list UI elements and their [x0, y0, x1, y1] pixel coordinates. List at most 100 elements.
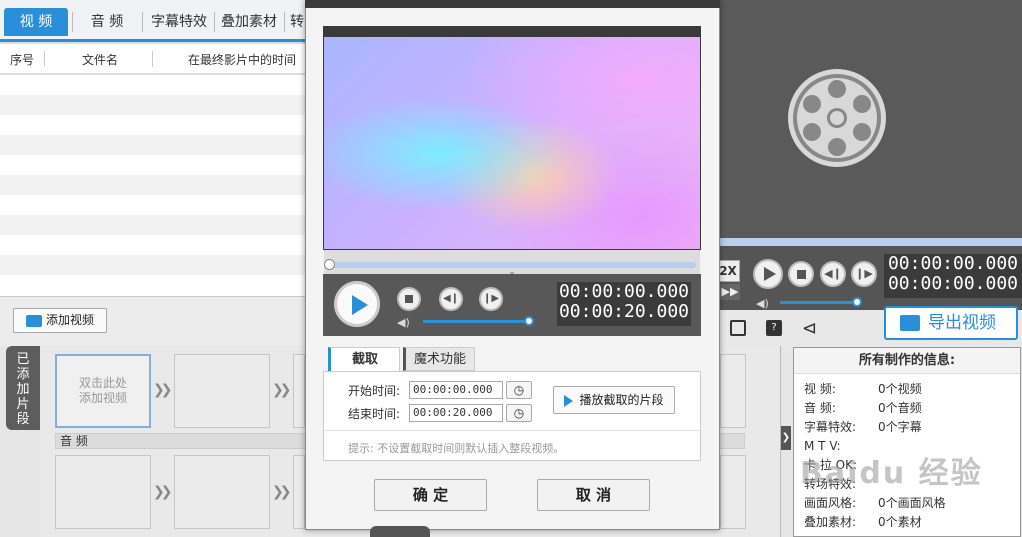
add-video-label: 添加视频 [45, 313, 94, 327]
chevron-right-icon: ❯❯ [272, 484, 292, 500]
tab-cut[interactable]: 截取 [328, 347, 400, 371]
step-back-icon: ◀❙ [824, 267, 842, 280]
volume-icon: ◀) [397, 316, 410, 329]
clock-icon: ◷ [513, 406, 525, 420]
dialog-next-frame-button[interactable]: ❙▶ [479, 287, 503, 311]
list-row [0, 215, 306, 235]
volume-handle[interactable] [852, 297, 862, 307]
info-row: 字幕特效: 0个字幕 [804, 420, 922, 434]
dialog-play-button[interactable] [334, 281, 380, 327]
dialog-time-display: 00:00:00.000 00:00:20.000 [557, 282, 691, 326]
cancel-button[interactable]: 取 消 [537, 479, 650, 511]
collapse-arrow-icon[interactable]: ❯ [781, 426, 791, 450]
share-icon[interactable]: ⊲ [802, 318, 817, 339]
current-time: 00:00:00.000 [887, 253, 1019, 274]
info-row: 画面风格: 0个画面风格 [804, 496, 946, 510]
dialog-stop-button[interactable] [397, 287, 421, 311]
volume-slider[interactable] [780, 301, 856, 304]
chevron-right-icon: ❯❯ [153, 484, 173, 500]
list-row [0, 135, 306, 155]
stop-button[interactable] [788, 261, 814, 287]
play-icon [352, 295, 368, 315]
tab-video[interactable]: 视 频 [4, 8, 68, 36]
main-player-controls: 2X ▶▶ ◀❙ ❙▶ ◀) 00:00:00.000 00:00:00.000 [716, 246, 1022, 310]
film-reel-icon [788, 69, 886, 167]
fast-forward-icon[interactable]: ▶▶ [720, 284, 740, 300]
audio-slot[interactable] [720, 455, 746, 529]
main-preview [720, 0, 1022, 238]
audio-slot[interactable] [174, 455, 270, 529]
save-as-icon[interactable]: ? [766, 320, 782, 336]
start-time-label: 开始时间: [348, 384, 401, 398]
file-list-header: 序号 文件名 在最终影片中的时间 [0, 44, 306, 74]
info-title: 所有制作的信息: [794, 348, 1020, 374]
slot-hint: 双击此处 添加视频 [78, 376, 127, 405]
clip-slot[interactable] [174, 354, 270, 428]
clock-icon: ◷ [513, 383, 525, 397]
export-video-button[interactable]: 导出视频 [884, 306, 1018, 340]
tab-subtitle-effects[interactable]: 字幕特效 [146, 8, 212, 36]
dialog-volume-slider[interactable] [423, 320, 527, 323]
info-row: 视 频: 0个视频 [804, 382, 922, 396]
tab-transition[interactable]: 转 [288, 8, 306, 36]
audio-slot[interactable] [293, 455, 305, 529]
left-panel-footer: 添加视频 [0, 296, 306, 346]
ok-button[interactable]: 确 定 [374, 479, 487, 511]
tab-audio[interactable]: 音 频 [76, 8, 138, 36]
end-time-label: 结束时间: [348, 407, 401, 421]
play-clip-label: 播放截取的片段 [579, 393, 664, 407]
play-icon [564, 394, 574, 407]
column-time-in-movie: 在最终影片中的时间 [188, 53, 297, 67]
dialog-current-time: 00:00:00.000 [558, 281, 690, 302]
set-start-time-button[interactable]: ◷ [506, 381, 532, 399]
info-row: 音 频: 0个音频 [804, 401, 922, 415]
set-end-time-button[interactable]: ◷ [506, 404, 532, 422]
play-clip-button[interactable]: 播放截取的片段 [553, 386, 675, 414]
tab-overlay[interactable]: 叠加素材 [216, 8, 282, 36]
main-time-display: 00:00:00.000 00:00:00.000 [884, 254, 1022, 298]
chevron-right-icon: ❯❯ [272, 382, 292, 398]
total-time: 00:00:00.000 [887, 273, 1019, 294]
play-icon [764, 267, 776, 281]
dialog-total-time: 00:00:20.000 [558, 301, 690, 322]
step-back-icon: ◀❙ [442, 293, 460, 304]
added-clips-tab[interactable]: 已添加片段 [6, 346, 40, 430]
cut-hint: 提示: 不设置截取时间则默认插入整段视频。 [348, 442, 565, 455]
clip-slot[interactable] [720, 354, 746, 428]
volume-handle[interactable] [524, 316, 534, 326]
export-label: 导出视频 [928, 313, 996, 333]
volume-icon: ◀) [756, 297, 769, 310]
play-button[interactable] [753, 259, 783, 289]
file-list[interactable] [0, 75, 306, 296]
seek-handle[interactable] [324, 259, 335, 270]
end-time-input[interactable]: 00:00:20.000 [409, 404, 503, 422]
list-row [0, 175, 306, 195]
stop-icon [797, 270, 806, 279]
watermark: Baidu 经验 [800, 456, 983, 491]
save-icon[interactable] [730, 320, 746, 336]
start-time-input[interactable]: 00:00:00.000 [409, 381, 503, 399]
left-tab-bar: 视 频 音 频 字幕特效 叠加素材 转 [0, 0, 306, 42]
column-index: 序号 [10, 53, 35, 67]
stop-icon [405, 295, 413, 303]
added-clips-label: 已添加片段 [16, 352, 30, 427]
tab-magic[interactable]: 魔术功能 [403, 347, 475, 371]
add-video-icon [25, 314, 42, 327]
dialog-prev-frame-button[interactable]: ◀❙ [439, 287, 463, 311]
add-video-slot[interactable]: 双击此处 添加视频 [55, 354, 151, 428]
audio-slot[interactable] [55, 455, 151, 529]
dialog-player-controls: ◀❙ ❙▶ ◀) 00:00:00.000 00:00:20.000 [323, 274, 701, 336]
dialog-title-bar [305, 0, 720, 8]
audio-label: 音 频 [60, 434, 88, 448]
main-seek-bar[interactable] [720, 238, 1022, 246]
step-forward-icon: ❙▶ [482, 293, 500, 304]
step-forward-icon: ❙▶ [855, 267, 873, 280]
next-frame-button[interactable]: ❙▶ [851, 261, 877, 287]
right-toolbar: ? ⊲ 导出视频 [720, 306, 1022, 346]
add-video-button[interactable]: 添加视频 [13, 308, 107, 333]
dialog-grip-icon [370, 526, 430, 537]
prev-frame-button[interactable]: ◀❙ [820, 261, 846, 287]
clip-slot[interactable] [293, 354, 305, 428]
dialog-seek-area: ⌄ [324, 250, 700, 277]
column-filename: 文件名 [82, 53, 119, 67]
